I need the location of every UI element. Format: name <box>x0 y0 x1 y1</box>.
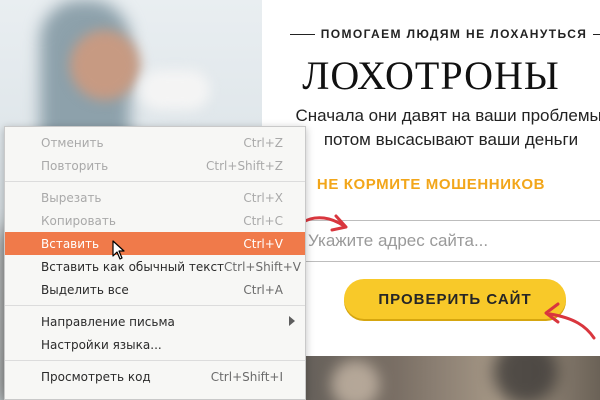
url-field-wrapper <box>306 220 600 262</box>
menu-item-label: Вставить как обычный текст <box>41 259 225 274</box>
menu-item-shortcut: Ctrl+X <box>243 190 283 205</box>
menu-item-shortcut: Ctrl+Shift+V <box>224 259 301 274</box>
menu-item-shortcut: Ctrl+V <box>243 236 283 251</box>
menu-item-shortcut: Ctrl+A <box>243 282 283 297</box>
menu-item-shortcut: Ctrl+Shift+I <box>210 369 283 384</box>
menu-item-label: Отменить <box>41 135 104 150</box>
menu-separator <box>5 181 305 182</box>
tagline-line-left <box>290 33 315 35</box>
photo-head-shape <box>70 30 140 100</box>
menu-separator <box>5 305 305 306</box>
tagline-row: ПОМОГАЕМ ЛЮДЯМ НЕ ЛОХАНУТЬСЯ <box>284 24 600 44</box>
menu-item-label: Настройки языка... <box>41 337 162 352</box>
hero-section: ПОМОГАЕМ ЛЮДЯМ НЕ ЛОХАНУТЬСЯ ЛОХОТРОНЫ С… <box>262 0 600 356</box>
menu-item-label: Вставить <box>41 236 100 251</box>
warning-heading: НЕ КОРМИТЕ МОШЕННИКОВ <box>316 176 546 193</box>
menu-item-redo[interactable]: Повторить Ctrl+Shift+Z <box>5 154 305 177</box>
context-menu: Отменить Ctrl+Z Повторить Ctrl+Shift+Z В… <box>4 126 306 400</box>
menu-item-language-settings[interactable]: Настройки языка... <box>5 333 305 356</box>
tagline-line-right <box>593 33 600 35</box>
check-site-button[interactable]: ПРОВЕРИТЬ САЙТ <box>344 279 566 319</box>
bottom-photo-strip <box>262 356 600 400</box>
menu-item-label: Повторить <box>41 158 109 173</box>
menu-item-shortcut: Ctrl+Z <box>243 135 283 150</box>
menu-item-inspect[interactable]: Просмотреть код Ctrl+Shift+I <box>5 365 305 388</box>
menu-item-label: Вырезать <box>41 190 102 205</box>
page-title: ЛОХОТРОНЫ <box>302 53 560 98</box>
menu-item-shortcut: Ctrl+Shift+Z <box>206 158 283 173</box>
menu-item-writing-direction[interactable]: Направление письма <box>5 310 305 333</box>
submenu-arrow-icon <box>289 316 295 326</box>
photo-paper-shape <box>140 70 210 110</box>
menu-item-copy[interactable]: Копировать Ctrl+C <box>5 209 305 232</box>
tagline: ПОМОГАЕМ ЛЮДЯМ НЕ ЛОХАНУТЬСЯ <box>320 27 588 41</box>
menu-item-paste-plain[interactable]: Вставить как обычный текст Ctrl+Shift+V <box>5 255 305 278</box>
mouse-cursor-icon <box>112 240 125 260</box>
menu-item-undo[interactable]: Отменить Ctrl+Z <box>5 131 305 154</box>
menu-item-label: Выделить все <box>41 282 129 297</box>
site-url-input[interactable] <box>306 227 600 255</box>
menu-item-paste[interactable]: Вставить Ctrl+V <box>5 232 305 255</box>
menu-item-label: Копировать <box>41 213 116 228</box>
menu-item-cut[interactable]: Вырезать Ctrl+X <box>5 186 305 209</box>
subtitle-text: Сначала они давят на ваши проблемы, пото… <box>295 106 600 149</box>
menu-item-shortcut: Ctrl+C <box>243 213 283 228</box>
menu-item-label: Просмотреть код <box>41 369 151 384</box>
menu-separator <box>5 360 305 361</box>
menu-item-select-all[interactable]: Выделить все Ctrl+A <box>5 278 305 301</box>
menu-item-label: Направление письма <box>41 314 175 329</box>
